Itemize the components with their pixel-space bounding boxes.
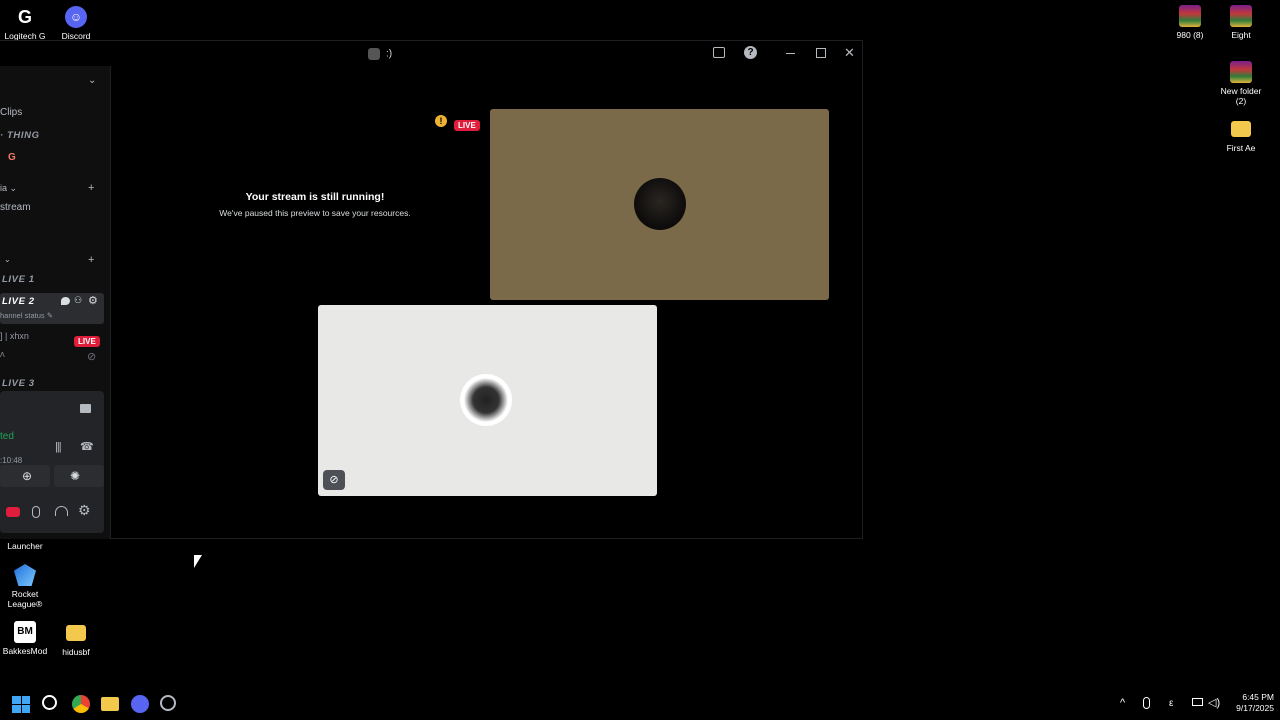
muted-icon: ⊘ [323, 470, 345, 490]
voice-channel-live-1[interactable]: LIVE 1 [2, 274, 35, 285]
window-title: :) [368, 48, 392, 60]
camera-off-icon: ⊘ [87, 351, 97, 363]
rar-archive-icon [1179, 5, 1201, 27]
rocket-league-icon [14, 564, 36, 586]
mouse-cursor [194, 555, 202, 568]
volume-icon[interactable]: ◁) [1208, 696, 1220, 709]
voice-channel-live-3[interactable]: LIVE 3 [2, 378, 35, 389]
microphone-icon[interactable] [32, 506, 40, 518]
disconnect-icon[interactable]: ☎ [80, 440, 94, 453]
warning-icon[interactable]: ! [435, 115, 447, 127]
category-thing[interactable]: · THING [0, 130, 40, 141]
add-channel-icon[interactable]: + [88, 182, 94, 194]
minimize-icon[interactable] [786, 53, 795, 54]
category-chevron[interactable]: ⌄ [4, 255, 11, 264]
desktop-icon-new-folder[interactable]: New folder (2) [1211, 61, 1271, 106]
file-explorer-icon[interactable] [101, 697, 119, 711]
chrome-icon[interactable] [72, 695, 90, 713]
paused-preview-title: Your stream is still running! [245, 191, 385, 203]
desktop-icon-eight[interactable]: Eight [1211, 5, 1271, 40]
user-avatar [634, 178, 686, 230]
discord-icon: ☺ [65, 6, 87, 28]
windows-start-icon[interactable] [12, 696, 30, 713]
gamepad-icon: ⊕ [22, 469, 33, 483]
voice-connected-status: ted [0, 431, 14, 442]
chevron-down-icon[interactable]: ⌄ [88, 75, 96, 86]
desktop-icon-discord[interactable]: ☺ Discord [46, 6, 106, 41]
headphones-icon[interactable] [55, 506, 68, 516]
voice-user-live[interactable]: ] | xhxn [0, 331, 29, 341]
game-activity-icon[interactable] [6, 507, 20, 517]
steam-icon[interactable] [160, 695, 176, 711]
live-badge: LIVE [74, 331, 100, 349]
clock[interactable]: 6:45 PM 9/17/2025 [1224, 692, 1274, 714]
desktop-icon-hidusbf[interactable]: hidusbf [46, 621, 106, 657]
add-channel-icon[interactable]: + [88, 254, 94, 266]
logitech-g-icon: G [14, 6, 36, 28]
channel-sidebar: ⌄ Clips · THING G ia ⌄ + stream ⌄ + LIVE… [0, 66, 111, 539]
inbox-icon[interactable] [713, 47, 725, 58]
user-settings-icon[interactable]: ⚙ [78, 502, 91, 519]
network-icon[interactable] [1192, 698, 1203, 706]
title-bar: :) ? ✕ [0, 41, 863, 67]
search-icon[interactable] [42, 695, 57, 710]
user-avatar [460, 374, 512, 426]
microphone-icon[interactable] [1143, 697, 1150, 709]
category-media[interactable]: ia ⌄ [0, 183, 17, 194]
activities-button[interactable]: ⊕ [0, 465, 50, 487]
bakkesmod-icon: BM [14, 621, 36, 643]
add-member-icon[interactable]: ⚇ [74, 295, 82, 306]
boost-icon: G [8, 152, 16, 163]
voice-channel-live-2[interactable]: LIVE 2 ⚇ ⚙ hannel status ✎ [0, 293, 104, 324]
folder-icon [1231, 121, 1251, 137]
folder-icon [66, 625, 86, 641]
camera-tile[interactable]: ⊘ [318, 305, 657, 496]
sidebar-item-clips[interactable]: Clips [0, 107, 22, 118]
call-timer: :10:48 [0, 456, 23, 465]
taskbar: ^ ε ◁) 6:45 PM 9/17/2025 [0, 688, 1280, 720]
desktop-icon-launcher[interactable]: Launcher [0, 541, 55, 551]
maximize-icon[interactable] [816, 48, 826, 58]
chat-icon[interactable] [61, 297, 70, 305]
noise-suppression-icon[interactable]: ||| [55, 441, 62, 453]
soundboard-icon: ✺ [70, 469, 81, 483]
chevron-up-icon[interactable]: ^ [1120, 697, 1125, 709]
rar-archive-icon [1230, 5, 1252, 27]
user-panel: ⚙ [0, 498, 104, 528]
screen-share-icon[interactable] [80, 404, 91, 413]
pencil-icon: ✎ [46, 311, 54, 320]
soundboard-button[interactable]: ✺ [54, 465, 104, 487]
channel-status[interactable]: hannel status ✎ [0, 311, 53, 320]
desktop-icon-first-ae[interactable]: First Ae [1211, 117, 1271, 153]
voice-user-avatar: Λ [0, 352, 5, 359]
gear-icon[interactable]: ⚙ [88, 294, 98, 307]
paused-preview-subtitle: We've paused this preview to save your r… [219, 208, 411, 218]
stream-tile[interactable] [490, 109, 829, 300]
desktop-icon-rocket-league[interactable]: Rocket League® [0, 564, 55, 609]
rar-archive-icon [1230, 61, 1252, 83]
close-icon[interactable]: ✕ [844, 45, 855, 61]
discord-icon[interactable] [131, 695, 149, 713]
channel-stream[interactable]: stream [0, 202, 31, 213]
language-icon[interactable]: ε [1169, 698, 1173, 709]
server-icon [368, 48, 380, 60]
help-icon[interactable]: ? [744, 46, 757, 59]
stream-live-badge: LIVE [454, 115, 480, 133]
